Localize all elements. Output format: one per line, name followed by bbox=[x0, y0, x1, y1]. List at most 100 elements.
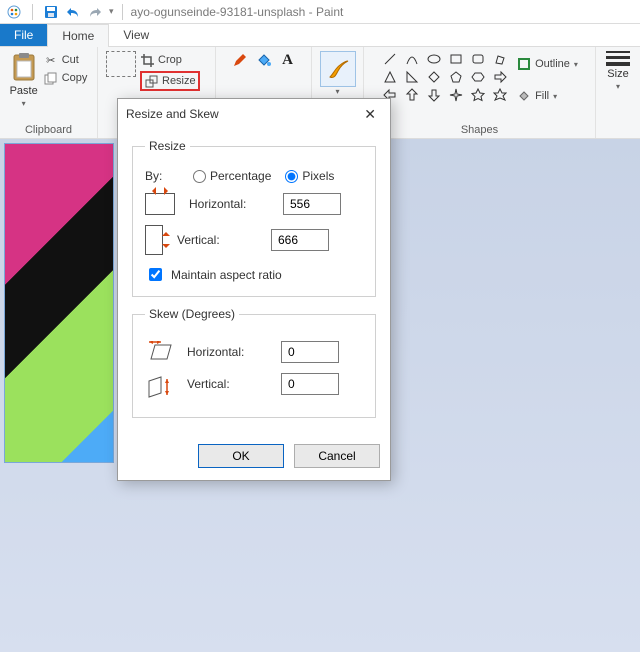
skew-legend: Skew (Degrees) bbox=[145, 307, 239, 321]
group-size: Size ▾ . bbox=[596, 47, 640, 138]
shape-arrow-right-icon[interactable] bbox=[491, 69, 509, 85]
undo-icon[interactable] bbox=[65, 4, 81, 20]
skew-vertical-icon bbox=[145, 373, 173, 395]
radio-percentage-input[interactable] bbox=[193, 170, 206, 183]
radio-pixels-input[interactable] bbox=[285, 170, 298, 183]
chevron-down-icon: ▾ bbox=[335, 87, 339, 96]
fill-label: Fill bbox=[535, 90, 549, 102]
radio-pixels[interactable]: Pixels bbox=[285, 169, 334, 183]
shape-hexagon-icon[interactable] bbox=[469, 69, 487, 85]
skew-vertical-label: Vertical: bbox=[187, 377, 267, 391]
radio-percentage-label: Percentage bbox=[210, 169, 271, 183]
shape-line-icon[interactable] bbox=[381, 51, 399, 67]
ok-button[interactable]: OK bbox=[198, 444, 284, 468]
shape-diamond-icon[interactable] bbox=[425, 69, 443, 85]
copy-label: Copy bbox=[62, 72, 88, 84]
shape-triangle-icon[interactable] bbox=[381, 69, 399, 85]
shape-rtriangle-icon[interactable] bbox=[403, 69, 421, 85]
resize-label: Resize bbox=[162, 75, 196, 87]
redo-icon[interactable] bbox=[87, 4, 103, 20]
chevron-down-icon: ▾ bbox=[22, 99, 26, 108]
skew-horizontal-label: Horizontal: bbox=[187, 345, 267, 359]
shape-polygon-icon[interactable] bbox=[491, 51, 509, 67]
shape-star6-icon[interactable] bbox=[491, 87, 509, 103]
close-icon[interactable]: ✕ bbox=[358, 104, 382, 125]
chevron-down-icon: ▾ bbox=[616, 82, 620, 91]
brush-icon bbox=[324, 55, 352, 83]
quick-access-toolbar: ▾ bbox=[6, 4, 114, 20]
group-clipboard: Paste ▾ ✂ Cut Copy Clipboard bbox=[0, 47, 98, 138]
save-icon[interactable] bbox=[43, 4, 59, 20]
size-button[interactable]: Size ▾ bbox=[606, 51, 630, 91]
shape-pentagon-icon[interactable] bbox=[447, 69, 465, 85]
radio-percentage[interactable]: Percentage bbox=[193, 169, 271, 183]
cut-button[interactable]: ✂ Cut bbox=[44, 53, 88, 67]
select-rectangle-icon bbox=[106, 51, 136, 77]
shape-star4-icon[interactable] bbox=[447, 87, 465, 103]
canvas-image[interactable] bbox=[4, 143, 114, 463]
scissors-icon: ✂ bbox=[44, 53, 58, 67]
resize-vertical-icon bbox=[145, 225, 163, 255]
maintain-ratio[interactable]: Maintain aspect ratio bbox=[145, 265, 363, 284]
outline-button[interactable]: Outline ▾ bbox=[517, 57, 578, 71]
dialog-titlebar[interactable]: Resize and Skew ✕ bbox=[118, 99, 390, 129]
skew-vertical-input[interactable] bbox=[281, 373, 339, 395]
shape-arrow-up-icon[interactable] bbox=[403, 87, 421, 103]
clipboard-icon bbox=[10, 51, 38, 83]
tab-view[interactable]: View bbox=[109, 24, 163, 46]
brushes-button[interactable]: ▾ bbox=[320, 51, 356, 96]
paste-label: Paste bbox=[10, 85, 38, 97]
group-label-shapes: Shapes bbox=[461, 122, 498, 136]
group-shapes: Outline ▾ Fill ▾ Shapes bbox=[364, 47, 596, 138]
maintain-ratio-checkbox[interactable] bbox=[149, 268, 162, 281]
resize-horizontal-icon bbox=[145, 193, 175, 215]
shape-roundrect-icon[interactable] bbox=[469, 51, 487, 67]
resize-vertical-input[interactable] bbox=[271, 229, 329, 251]
resize-icon bbox=[144, 74, 158, 88]
resize-fieldset: Resize By: Percentage Pixels Horizontal: bbox=[132, 139, 376, 297]
fill-icon[interactable] bbox=[255, 51, 273, 69]
outline-icon bbox=[517, 57, 531, 71]
resize-highlight: Resize bbox=[140, 71, 200, 91]
copy-button[interactable]: Copy bbox=[44, 71, 88, 85]
size-label: Size bbox=[607, 68, 628, 80]
shape-curve-icon[interactable] bbox=[403, 51, 421, 67]
pencil-icon[interactable] bbox=[231, 51, 249, 69]
skew-fieldset: Skew (Degrees) Horizontal: Vertical: bbox=[132, 307, 376, 418]
paste-button[interactable]: Paste ▾ bbox=[10, 51, 38, 108]
by-label: By: bbox=[145, 169, 179, 183]
chevron-down-icon: ▾ bbox=[574, 60, 578, 69]
line-weight-icon bbox=[606, 51, 630, 66]
crop-button[interactable]: Crop bbox=[140, 53, 200, 67]
radio-pixels-label: Pixels bbox=[302, 169, 334, 183]
shape-arrow-down-icon[interactable] bbox=[425, 87, 443, 103]
title-bar: ▾ ayo-ogunseinde-93181-unsplash - Paint bbox=[0, 0, 640, 24]
dialog-title: Resize and Skew bbox=[126, 107, 219, 121]
skew-horizontal-icon bbox=[145, 341, 173, 363]
select-button[interactable] bbox=[106, 51, 136, 77]
tab-home[interactable]: Home bbox=[47, 24, 109, 47]
resize-vertical-label: Vertical: bbox=[177, 233, 257, 247]
resize-horizontal-input[interactable] bbox=[283, 193, 341, 215]
shape-gallery[interactable] bbox=[381, 51, 509, 109]
tab-file[interactable]: File bbox=[0, 24, 47, 46]
crop-label: Crop bbox=[158, 54, 182, 66]
window-title: ayo-ogunseinde-93181-unsplash - Paint bbox=[131, 5, 344, 19]
shape-star5-icon[interactable] bbox=[469, 87, 487, 103]
maintain-ratio-label: Maintain aspect ratio bbox=[171, 268, 282, 282]
qat-dropdown-icon[interactable]: ▾ bbox=[109, 6, 114, 17]
skew-horizontal-input[interactable] bbox=[281, 341, 339, 363]
group-label-clipboard: Clipboard bbox=[25, 122, 72, 136]
chevron-down-icon: ▾ bbox=[553, 92, 557, 101]
shape-rect-icon[interactable] bbox=[447, 51, 465, 67]
resize-button[interactable]: Resize bbox=[144, 74, 196, 88]
outline-label: Outline bbox=[535, 58, 570, 70]
text-icon[interactable]: A bbox=[279, 51, 297, 69]
fill-button[interactable]: Fill ▾ bbox=[517, 89, 578, 103]
ribbon-tabs: File Home View bbox=[0, 24, 640, 47]
cancel-button[interactable]: Cancel bbox=[294, 444, 380, 468]
shape-oval-icon[interactable] bbox=[425, 51, 443, 67]
resize-horizontal-label: Horizontal: bbox=[189, 197, 269, 211]
paint-app-icon bbox=[6, 4, 22, 20]
cut-label: Cut bbox=[62, 54, 79, 66]
